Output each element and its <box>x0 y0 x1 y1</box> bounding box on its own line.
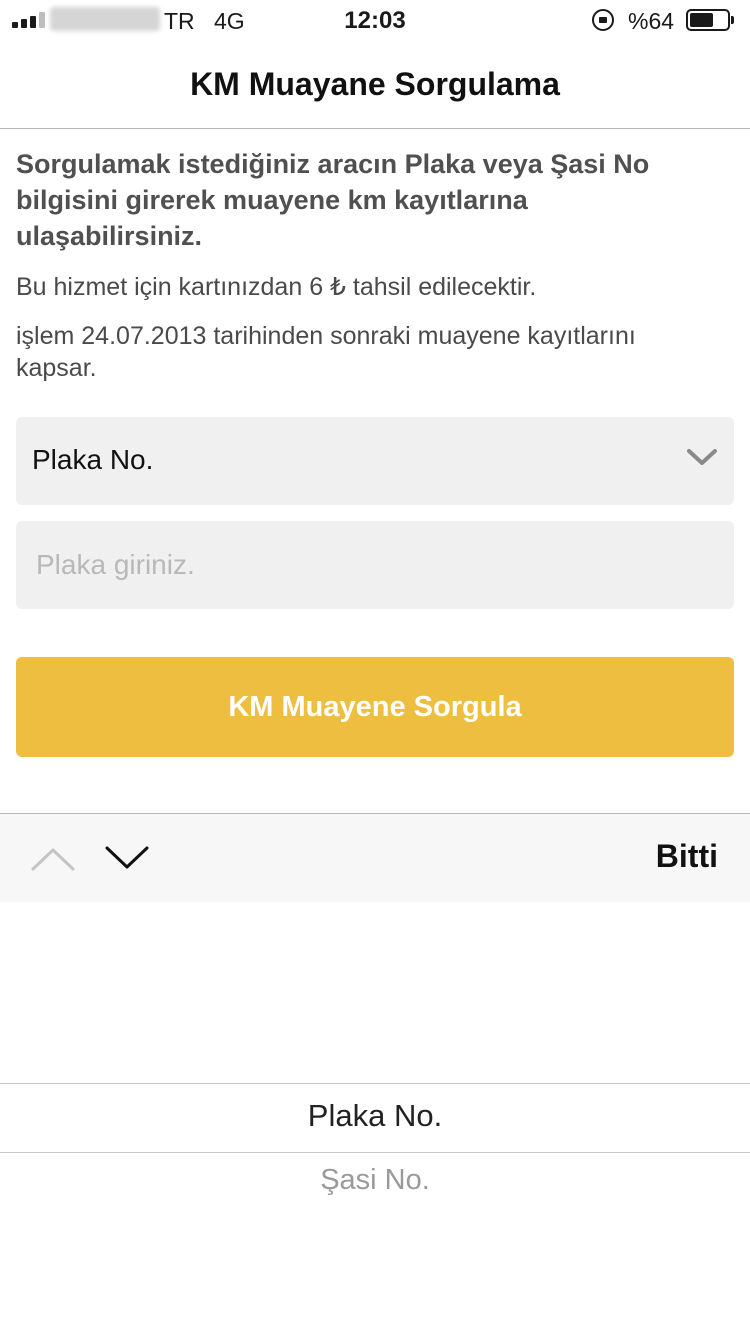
page-title: KM Muayane Sorgulama <box>190 66 560 102</box>
plate-input[interactable] <box>16 521 734 609</box>
query-submit-button[interactable]: KM Muayene Sorgula <box>16 657 734 757</box>
chevron-down-icon <box>687 449 717 465</box>
fee-note: Bu hizmet için kartınızdan 6 ₺ tahsil ed… <box>16 273 537 301</box>
chevron-up-icon[interactable] <box>30 844 76 872</box>
chevron-down-icon[interactable] <box>104 844 150 872</box>
navigation-bar: KM Muayane Sorgulama <box>0 40 750 129</box>
battery-tip <box>731 16 734 24</box>
picker-selection-line-top <box>0 1083 750 1084</box>
query-type-value: Plaka No. <box>32 444 154 475</box>
rotation-lock-icon <box>592 9 614 31</box>
picker-option-sasi[interactable]: Şasi No. <box>0 1164 750 1197</box>
status-bar: TR 4G 12:03 %64 <box>0 0 750 40</box>
date-coverage-note: işlem 24.07.2013 tarihinden sonraki muay… <box>16 322 636 382</box>
query-type-picker[interactable]: Plaka No. Şasi No. <box>0 902 750 1334</box>
picker-option-plaka[interactable]: Plaka No. <box>0 1098 750 1134</box>
picker-toolbar: Bitti <box>0 813 750 902</box>
done-button[interactable]: Bitti <box>656 838 718 875</box>
intro-text: Sorgulamak istediğiniz aracın Plaka veya… <box>16 149 650 251</box>
picker-selection-line-bottom <box>0 1152 750 1153</box>
battery-icon <box>686 9 730 31</box>
battery-percentage: %64 <box>628 8 675 34</box>
query-type-select[interactable]: Plaka No. <box>16 417 734 505</box>
